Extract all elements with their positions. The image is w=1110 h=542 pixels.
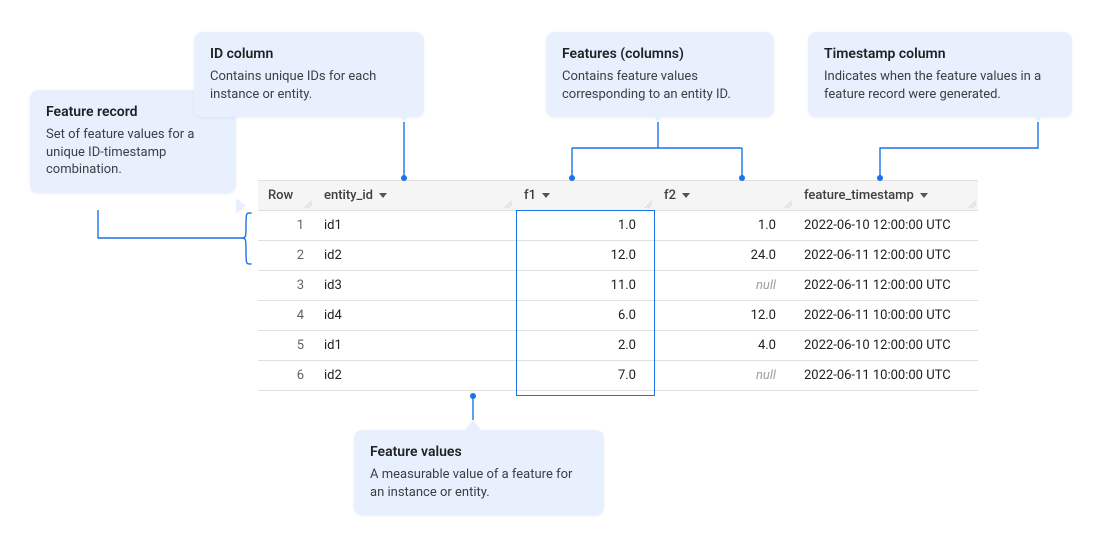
resize-grip-icon[interactable] [784, 200, 792, 208]
chevron-down-icon[interactable] [542, 193, 550, 198]
callout-desc: A measurable value of a feature for an i… [370, 466, 588, 501]
cell-timestamp: 2022-06-10 12:00:00 UTC [794, 331, 978, 361]
cell-entity-id: id2 [314, 361, 514, 391]
chevron-down-icon[interactable] [379, 193, 387, 198]
cell-timestamp: 2022-06-11 10:00:00 UTC [794, 361, 978, 391]
callout-feature-values: Feature values A measurable value of a f… [354, 430, 604, 515]
callout-desc: Contains feature values corresponding to… [562, 68, 758, 103]
table-row: 5 id1 2.0 4.0 2022-06-10 12:00:00 UTC [258, 331, 978, 361]
callout-id-column: ID column Contains unique IDs for each i… [194, 32, 424, 117]
chevron-down-icon[interactable] [682, 193, 690, 198]
cell-row-number: 6 [258, 361, 314, 391]
cell-f1: 2.0 [514, 331, 654, 361]
cell-f2: null [654, 361, 794, 391]
callout-title: Timestamp column [824, 46, 1056, 62]
callout-desc: Contains unique IDs for each instance or… [210, 68, 408, 103]
cell-f2: 12.0 [654, 301, 794, 331]
cell-f1: 7.0 [514, 361, 654, 391]
cell-timestamp: 2022-06-10 12:00:00 UTC [794, 211, 978, 241]
cell-f1: 11.0 [514, 271, 654, 301]
callout-title: Features (columns) [562, 46, 758, 62]
callout-arrow [650, 112, 666, 122]
col-header-label: f2 [664, 188, 676, 203]
cell-f2: 1.0 [654, 211, 794, 241]
table-row: 1 id1 1.0 1.0 2022-06-10 12:00:00 UTC [258, 211, 978, 241]
col-header-label: entity_id [324, 188, 373, 203]
cell-row-number: 4 [258, 301, 314, 331]
callout-arrow [1030, 112, 1046, 122]
cell-f2: 24.0 [654, 241, 794, 271]
callout-desc: Indicates when the feature values in a f… [824, 68, 1056, 103]
col-header-label: Row [268, 188, 293, 203]
callout-desc: Set of feature values for a unique ID-ti… [46, 126, 220, 179]
callout-arrow [396, 112, 412, 122]
cell-f2: 4.0 [654, 331, 794, 361]
cell-row-number: 2 [258, 241, 314, 271]
callout-arrow [465, 420, 481, 430]
table-row: 2 id2 12.0 24.0 2022-06-11 12:00:00 UTC [258, 241, 978, 271]
table-header-row: Row entity_id f1 f2 feature_timestamp [258, 181, 978, 211]
col-header-feature-timestamp[interactable]: feature_timestamp [794, 181, 978, 211]
cell-entity-id: id4 [314, 301, 514, 331]
col-header-row[interactable]: Row [258, 181, 314, 211]
callout-timestamp-column: Timestamp column Indicates when the feat… [808, 32, 1072, 117]
callout-features-columns: Features (columns) Contains feature valu… [546, 32, 774, 117]
resize-grip-icon[interactable] [644, 200, 652, 208]
col-header-f1[interactable]: f1 [514, 181, 654, 211]
cell-f1: 6.0 [514, 301, 654, 331]
feature-table: Row entity_id f1 f2 feature_timestamp 1 … [258, 180, 978, 391]
cell-timestamp: 2022-06-11 10:00:00 UTC [794, 301, 978, 331]
cell-entity-id: id1 [314, 331, 514, 361]
cell-row-number: 3 [258, 271, 314, 301]
cell-timestamp: 2022-06-11 12:00:00 UTC [794, 271, 978, 301]
callout-title: Feature values [370, 444, 588, 460]
cell-row-number: 1 [258, 211, 314, 241]
col-header-f2[interactable]: f2 [654, 181, 794, 211]
callout-arrow [236, 198, 246, 214]
chevron-down-icon[interactable] [920, 193, 928, 198]
resize-grip-icon[interactable] [304, 200, 312, 208]
table-row: 6 id2 7.0 null null 2022-06-11 10:00:00 … [258, 361, 978, 391]
cell-f1: 12.0 [514, 241, 654, 271]
table-row: 3 id3 11.0 null 2022-06-11 12:00:00 UTC [258, 271, 978, 301]
table-row: 4 id4 6.0 12.0 2022-06-11 10:00:00 UTC [258, 301, 978, 331]
cell-entity-id: id2 [314, 241, 514, 271]
cell-entity-id: id3 [314, 271, 514, 301]
col-header-label: f1 [524, 188, 536, 203]
cell-timestamp: 2022-06-11 12:00:00 UTC [794, 241, 978, 271]
cell-row-number: 5 [258, 331, 314, 361]
cell-entity-id: id1 [314, 211, 514, 241]
col-header-entity-id[interactable]: entity_id [314, 181, 514, 211]
col-header-label: feature_timestamp [804, 188, 914, 203]
resize-grip-icon[interactable] [504, 200, 512, 208]
resize-grip-icon[interactable] [968, 200, 976, 208]
cell-f2: null [654, 271, 794, 301]
cell-f1: 1.0 [514, 211, 654, 241]
callout-title: ID column [210, 46, 408, 62]
